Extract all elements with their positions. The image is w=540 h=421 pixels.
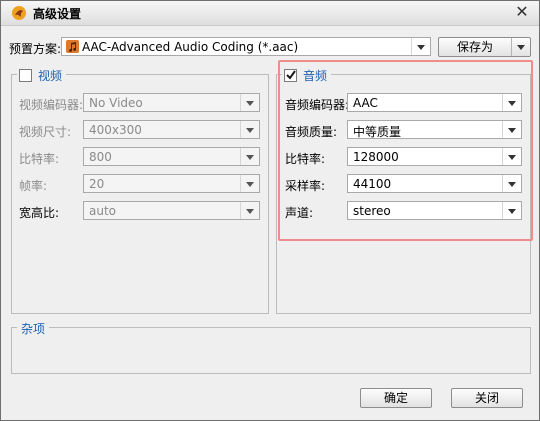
audio-bitrate-value: 128000 [353, 150, 399, 164]
preset-select[interactable]: AAC-Advanced Audio Coding (*.aac) [61, 37, 431, 56]
chevron-down-icon[interactable] [502, 148, 521, 165]
audio-quality-select[interactable]: 中等质量 [347, 120, 522, 139]
audio-legend-label: 音频 [303, 69, 328, 83]
audio-file-icon [66, 40, 79, 53]
chevron-down-icon[interactable] [502, 121, 521, 138]
chevron-down-icon[interactable] [502, 94, 521, 111]
title-bar: 高级设置 ✕ [1, 1, 539, 26]
channels-value: stereo [353, 204, 391, 218]
save-as-button[interactable]: 保存为 [438, 37, 531, 57]
app-logo-icon [12, 6, 26, 20]
close-icon[interactable]: ✕ [513, 3, 531, 21]
video-framerate-label: 帧率: [19, 179, 48, 193]
video-size-label: 视频尺寸: [19, 125, 72, 139]
video-legend-label: 视频 [38, 69, 63, 83]
audio-legend: 音频 [282, 67, 332, 84]
chevron-down-icon [517, 45, 525, 50]
chevron-down-icon[interactable] [411, 38, 430, 55]
video-bitrate-label: 比特率: [19, 152, 60, 166]
misc-legend: 杂项 [17, 320, 50, 337]
video-codec-label: 视频编码器: [19, 98, 84, 112]
video-size-value: 400x300 [89, 123, 142, 137]
chevron-down-icon[interactable] [502, 202, 521, 219]
chevron-down-icon[interactable] [502, 175, 521, 192]
video-framerate-select[interactable]: 20 [83, 174, 260, 193]
aspect-ratio-select[interactable]: auto [83, 201, 260, 220]
audio-checkbox[interactable] [284, 69, 297, 82]
audio-bitrate-label: 比特率: [285, 152, 326, 166]
window-title: 高级设置 [33, 7, 82, 21]
video-codec-select[interactable]: No Video [83, 93, 260, 112]
preset-label: 预置方案: [9, 42, 62, 56]
checkmark-icon [286, 70, 296, 80]
ok-button[interactable]: 确定 [360, 388, 432, 408]
sample-rate-value: 44100 [353, 177, 392, 191]
video-codec-value: No Video [89, 96, 143, 110]
misc-group [11, 327, 531, 374]
video-framerate-value: 20 [89, 177, 105, 191]
video-bitrate-select[interactable]: 800 [83, 147, 260, 166]
audio-codec-label: 音频编码器: [285, 98, 350, 112]
audio-quality-value: 中等质量 [353, 125, 402, 139]
aspect-ratio-value: auto [89, 204, 117, 218]
video-checkbox[interactable] [19, 69, 32, 82]
sample-rate-label: 采样率: [285, 179, 326, 193]
video-size-select[interactable]: 400x300 [83, 120, 260, 139]
audio-bitrate-select[interactable]: 128000 [347, 147, 522, 166]
chevron-down-icon[interactable] [240, 202, 259, 219]
video-bitrate-value: 800 [89, 150, 112, 164]
chevron-down-icon[interactable] [240, 94, 259, 111]
save-as-dropdown[interactable] [511, 38, 530, 56]
audio-codec-value: AAC [353, 96, 378, 110]
chevron-down-icon[interactable] [240, 121, 259, 138]
video-legend: 视频 [17, 67, 67, 84]
close-button[interactable]: 关闭 [451, 388, 523, 408]
audio-quality-label: 音频质量: [285, 125, 338, 139]
sample-rate-select[interactable]: 44100 [347, 174, 522, 193]
chevron-down-icon[interactable] [240, 148, 259, 165]
aspect-ratio-label: 宽高比: [19, 206, 60, 220]
audio-codec-select[interactable]: AAC [347, 93, 522, 112]
channels-label: 声道: [285, 206, 314, 220]
preset-value: AAC-Advanced Audio Coding (*.aac) [82, 40, 299, 54]
advanced-settings-dialog: 高级设置 ✕ 预置方案: AAC-Advanced Audio Coding (… [0, 0, 540, 421]
channels-select[interactable]: stereo [347, 201, 522, 220]
chevron-down-icon[interactable] [240, 175, 259, 192]
save-as-label: 保存为 [457, 40, 494, 54]
